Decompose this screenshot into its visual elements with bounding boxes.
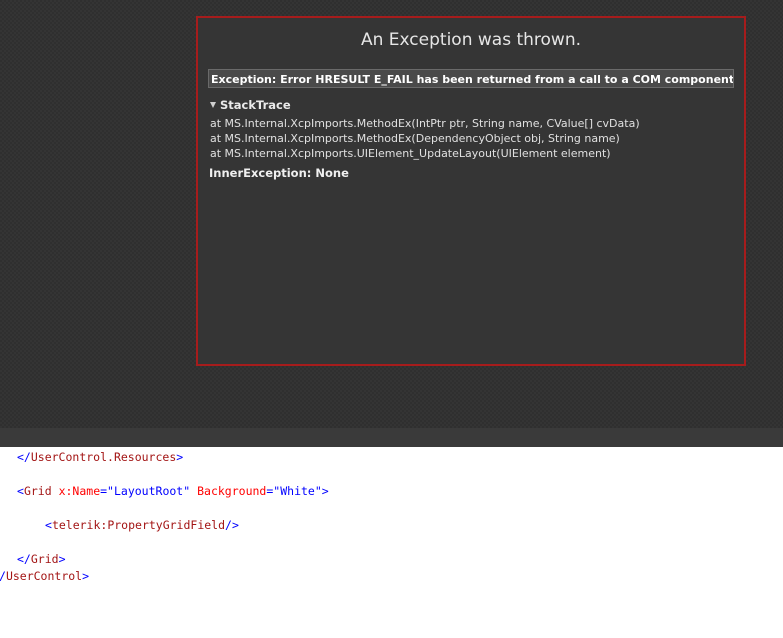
code-line-usercontrol-resources-close: </UserControl.Resources> — [17, 450, 183, 464]
stacktrace-expander[interactable]: StackTrace — [210, 98, 291, 112]
code-line-property-grid-field: <telerik:PropertyGridField/> — [45, 518, 239, 532]
code-line-usercontrol-close: /UserControl> — [0, 569, 89, 583]
code-punct: </ — [17, 552, 31, 566]
code-line-grid-open: <Grid x:Name="LayoutRoot" Background="Wh… — [17, 484, 329, 498]
code-tag: UserControl.Resources — [30, 450, 177, 464]
code-tag: UserControl — [5, 569, 83, 583]
code-punct: /> — [225, 518, 239, 532]
stacktrace-line: at MS.Internal.XcpImports.MethodEx(Depen… — [210, 132, 620, 145]
dialog-title: An Exception was thrown. — [361, 30, 581, 50]
code-punct: </ — [17, 450, 31, 464]
code-tag: Grid — [23, 484, 52, 498]
stacktrace-line: at MS.Internal.XcpImports.UIElement_Upda… — [210, 147, 611, 160]
stacktrace-label: StackTrace — [220, 98, 291, 112]
exception-message[interactable]: Exception: Error HRESULT E_FAIL has been… — [208, 69, 734, 88]
code-punct: > — [58, 552, 66, 566]
stacktrace-line: at MS.Internal.XcpImports.MethodEx(IntPt… — [210, 117, 640, 130]
designer-divider — [0, 428, 783, 447]
code-punct: < — [45, 518, 52, 532]
exception-dialog: An Exception was thrown. Exception: Erro… — [196, 16, 746, 366]
code-punct: > — [176, 450, 184, 464]
code-punct: > — [321, 484, 329, 498]
code-punct: < — [17, 484, 24, 498]
code-attribute: x:Name — [58, 484, 101, 498]
code-line-grid-close: </Grid> — [17, 552, 66, 566]
code-punct: " — [314, 484, 322, 498]
code-punct: > — [82, 569, 90, 583]
code-tag: telerik:PropertyGridField — [51, 518, 226, 532]
xaml-code-editor[interactable]: </UserControl.Resources> <Grid x:Name="L… — [0, 447, 783, 638]
code-tag: Grid — [30, 552, 59, 566]
inner-exception-label: InnerException: None — [209, 166, 349, 180]
code-value: LayoutRoot — [113, 484, 184, 498]
designer-surface: An Exception was thrown. Exception: Erro… — [0, 0, 783, 428]
code-punct: =" — [266, 484, 281, 498]
expand-triangle-icon[interactable] — [210, 102, 216, 108]
code-attribute: Background — [197, 484, 267, 498]
code-value: White — [280, 484, 315, 498]
code-punct: =" — [100, 484, 114, 498]
